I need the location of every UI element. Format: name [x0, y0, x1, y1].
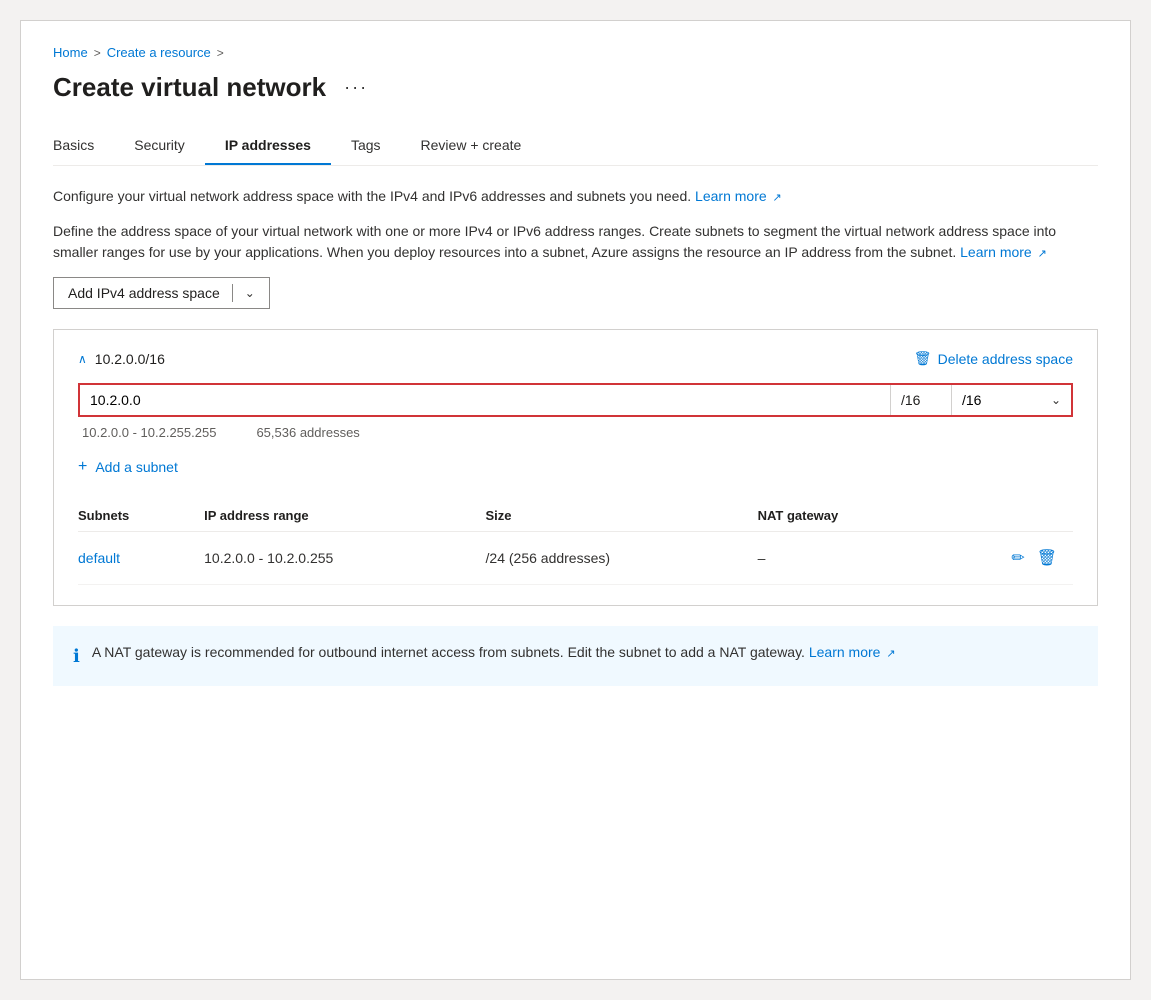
address-space-container: ∧ 10.2.0.0/16 🗑 Delete address space /16… — [53, 329, 1098, 606]
subnet-size-cell: /24 (256 addresses) — [486, 532, 758, 585]
ip-range: 10.2.0.0 - 10.2.255.255 — [82, 425, 216, 440]
address-header: ∧ 10.2.0.0/16 🗑 Delete address space — [78, 350, 1073, 367]
address-count: 65,536 addresses — [256, 425, 359, 440]
breadcrumb-create-resource[interactable]: Create a resource — [107, 45, 211, 60]
address-cidr: 10.2.0.0/16 — [95, 351, 165, 367]
address-header-left: ∧ 10.2.0.0/16 — [78, 351, 165, 367]
breadcrumb-sep-2: > — [217, 46, 224, 60]
info-banner: ℹ A NAT gateway is recommended for outbo… — [53, 626, 1098, 686]
table-row: default 10.2.0.0 - 10.2.0.255 /24 (256 a… — [78, 532, 1073, 585]
info-icon: ℹ — [73, 643, 80, 670]
subnet-ip-range-cell: 10.2.0.0 - 10.2.0.255 — [204, 532, 485, 585]
delete-label: Delete address space — [938, 351, 1073, 367]
tab-review-create[interactable]: Review + create — [401, 127, 542, 165]
col-header-nat: NAT gateway — [758, 500, 943, 532]
breadcrumb-sep-1: > — [94, 46, 101, 60]
cidr-prefix-value: /16 — [891, 385, 951, 415]
tab-basics[interactable]: Basics — [53, 127, 114, 165]
tabs-container: Basics Security IP addresses Tags Review… — [53, 127, 1098, 166]
col-header-size: Size — [486, 500, 758, 532]
button-divider — [232, 284, 233, 302]
page-title-row: Create virtual network ··· — [53, 72, 1098, 103]
tab-security[interactable]: Security — [114, 127, 205, 165]
cidr-chevron-icon: ⌄ — [1041, 386, 1071, 414]
tab-ip-addresses[interactable]: IP addresses — [205, 127, 331, 165]
edit-icon: ✏ — [1011, 550, 1024, 567]
delete-subnet-button[interactable]: 🗑 — [1033, 544, 1061, 572]
plus-icon: + — [78, 458, 87, 476]
trash-icon: 🗑 — [914, 350, 932, 367]
breadcrumb: Home > Create a resource > — [53, 45, 1098, 60]
col-header-ip-range: IP address range — [204, 500, 485, 532]
edit-subnet-button[interactable]: ✏ — [1007, 544, 1028, 572]
description-1: Configure your virtual network address s… — [53, 186, 1098, 207]
learn-more-link-1[interactable]: Learn more ↗ — [695, 188, 782, 204]
add-ipv4-label: Add IPv4 address space — [68, 285, 220, 301]
col-header-actions — [942, 500, 1073, 532]
chevron-down-icon: ⌄ — [245, 286, 255, 300]
cidr-part: /16 /16 /17 /18 /24 ⌄ — [891, 385, 1071, 415]
col-header-subnets: Subnets — [78, 500, 204, 532]
add-ipv4-button[interactable]: Add IPv4 address space ⌄ — [53, 277, 270, 309]
collapse-icon[interactable]: ∧ — [78, 352, 87, 366]
page-title: Create virtual network — [53, 72, 326, 103]
external-link-icon-2: ↗ — [1038, 248, 1047, 260]
breadcrumb-home[interactable]: Home — [53, 45, 88, 60]
more-options-button[interactable]: ··· — [338, 75, 374, 100]
range-info: 10.2.0.0 - 10.2.255.255 65,536 addresses — [78, 425, 1073, 440]
add-subnet-label: Add a subnet — [95, 459, 178, 475]
subnet-actions-cell: ✏ 🗑 — [942, 532, 1073, 585]
subnet-table: Subnets IP address range Size NAT gatewa… — [78, 500, 1073, 585]
external-link-icon-1: ↗ — [773, 192, 782, 204]
description-2: Define the address space of your virtual… — [53, 221, 1098, 263]
learn-more-link-banner[interactable]: Learn more ↗ — [809, 644, 896, 660]
delete-subnet-icon: 🗑 — [1037, 550, 1057, 567]
info-text: A NAT gateway is recommended for outboun… — [92, 642, 896, 663]
external-link-icon-banner: ↗ — [886, 648, 895, 660]
tab-tags[interactable]: Tags — [331, 127, 401, 165]
subnet-nat-cell: – — [758, 532, 943, 585]
subnet-name-cell: default — [78, 532, 204, 585]
ip-input-row: /16 /16 /17 /18 /24 ⌄ — [78, 383, 1073, 417]
add-subnet-button[interactable]: + Add a subnet — [78, 454, 178, 480]
learn-more-link-2[interactable]: Learn more ↗ — [960, 244, 1047, 260]
subnet-name-link[interactable]: default — [78, 550, 120, 566]
cidr-prefix-select[interactable]: /16 /17 /18 /24 — [951, 385, 1041, 415]
ip-address-input[interactable] — [80, 385, 891, 415]
delete-address-space-button[interactable]: 🗑 Delete address space — [914, 350, 1073, 367]
main-container: Home > Create a resource > Create virtua… — [20, 20, 1131, 980]
